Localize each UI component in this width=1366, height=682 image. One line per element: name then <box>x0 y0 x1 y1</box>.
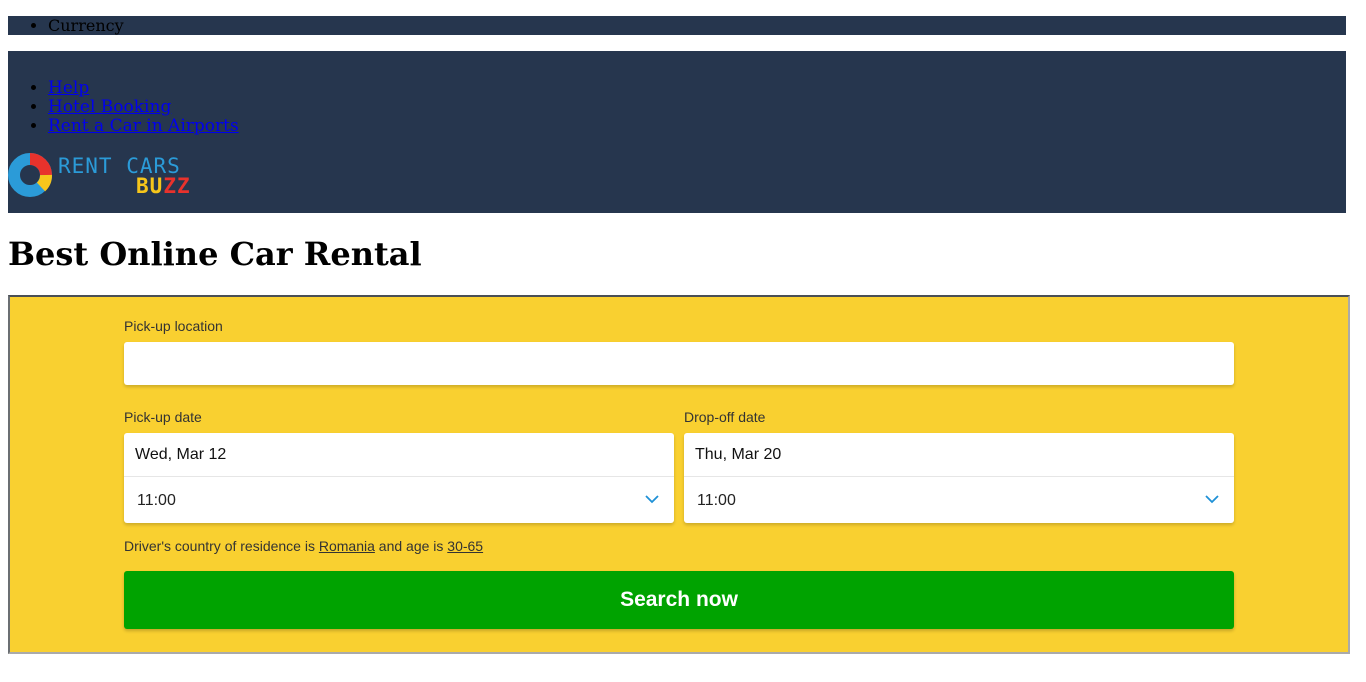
site-logo[interactable]: RENT CARS BUZZ <box>8 151 208 199</box>
nav-item-help: Help <box>48 79 239 98</box>
top-bar-list: Currency <box>8 16 1346 35</box>
pickup-datetime-field: Wed, Mar 12 11:00 <box>124 433 674 523</box>
dropoff-datetime-field: Thu, Mar 20 11:00 <box>684 433 1234 523</box>
pickup-location-field <box>124 342 1234 385</box>
currency-item[interactable]: Currency <box>48 16 1346 35</box>
site-header: Help Hotel Booking Rent a Car in Airport… <box>8 51 1346 213</box>
top-bar: Currency <box>8 16 1346 35</box>
driver-age-link[interactable]: 30-65 <box>447 538 483 554</box>
pickup-date-input[interactable]: Wed, Mar 12 <box>124 433 674 477</box>
logo-letters-zz: ZZ <box>163 174 191 198</box>
page-title: Best Online Car Rental <box>8 235 422 273</box>
nav-link-hotel-booking[interactable]: Hotel Booking <box>48 97 171 117</box>
logo-letter-b: B <box>136 174 150 198</box>
driver-info-mid: and age is <box>378 538 444 554</box>
nav-link-rent-car-airports[interactable]: Rent a Car in Airports <box>48 116 239 136</box>
dropoff-time-value: 11:00 <box>697 492 736 509</box>
dropoff-time-select[interactable]: 11:00 <box>684 477 1234 523</box>
main-nav: Help Hotel Booking Rent a Car in Airport… <box>8 79 239 136</box>
pickup-location-label: Pick-up location <box>124 318 223 334</box>
driver-info: Driver's country of residence is Romania… <box>124 538 483 554</box>
logo-letter-u: U <box>149 174 164 198</box>
nav-item-rent-car-airports: Rent a Car in Airports <box>48 117 239 136</box>
search-now-button[interactable]: Search now <box>124 571 1234 629</box>
pickup-date-label: Pick-up date <box>124 409 202 425</box>
logo-wordmark: RENT CARS BUZZ <box>58 155 190 197</box>
search-panel: Pick-up location Pick-up date Wed, Mar 1… <box>8 295 1350 654</box>
driver-country-link[interactable]: Romania <box>319 538 375 554</box>
dropoff-date-label: Drop-off date <box>684 409 766 425</box>
driver-info-prefix: Driver's country of residence is <box>124 538 315 554</box>
pickup-location-input[interactable] <box>124 342 1234 385</box>
logo-line-2: BUZZ <box>136 175 191 197</box>
nav-item-hotel-booking: Hotel Booking <box>48 98 239 117</box>
pickup-date-value: Wed, Mar 12 <box>135 446 227 463</box>
dropoff-date-input[interactable]: Thu, Mar 20 <box>684 433 1234 477</box>
chevron-down-icon <box>645 495 659 504</box>
logo-ring-icon <box>8 153 52 197</box>
pickup-time-value: 11:00 <box>137 492 176 509</box>
chevron-down-icon <box>1205 495 1219 504</box>
nav-link-help[interactable]: Help <box>48 78 89 98</box>
pickup-time-select[interactable]: 11:00 <box>124 477 674 523</box>
dropoff-date-value: Thu, Mar 20 <box>695 446 782 463</box>
